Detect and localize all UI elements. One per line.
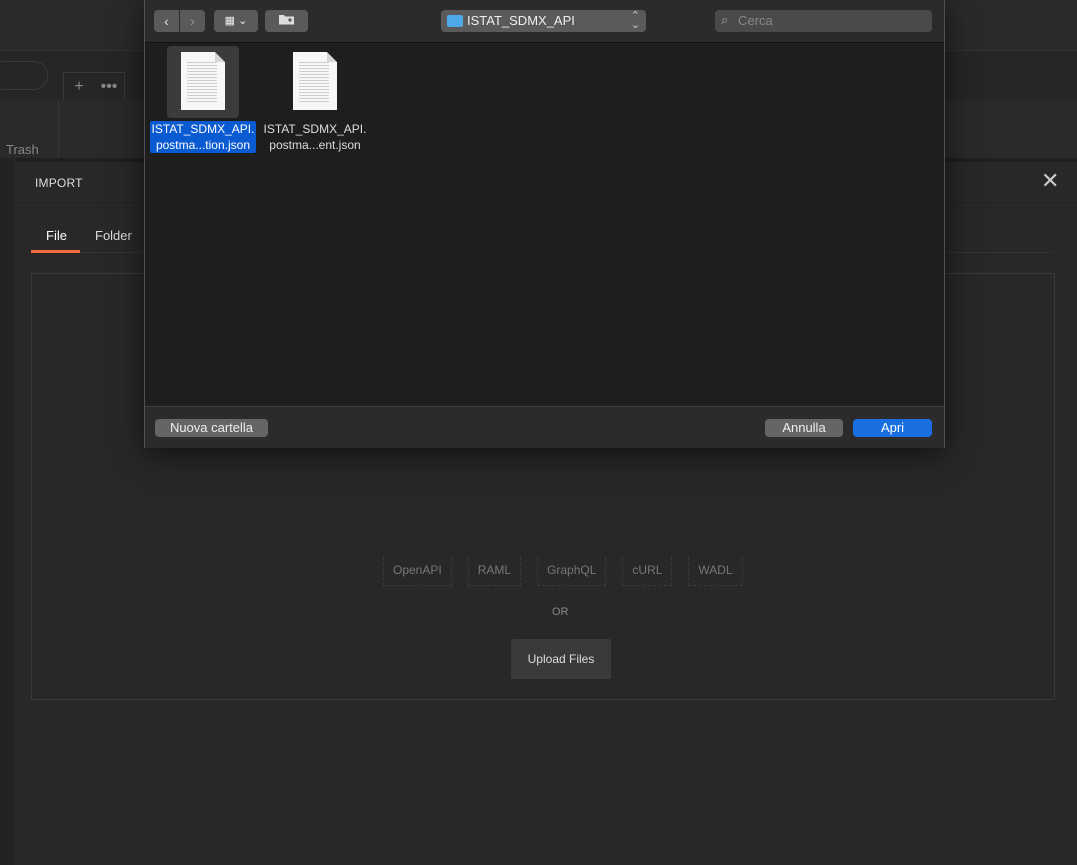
file-item[interactable]: ISTAT_SDMX_API. postma...ent.json — [260, 46, 370, 154]
upload-files-button[interactable]: Upload Files — [511, 639, 611, 679]
grid-view-icon: ▦ ⌄ — [224, 15, 248, 27]
close-icon[interactable]: ✕ — [1041, 170, 1059, 192]
or-divider-text: OR — [552, 606, 569, 618]
sidebar-divider — [58, 100, 59, 158]
new-folder-icon-button[interactable] — [265, 10, 308, 32]
folder-icon — [447, 15, 463, 27]
cancel-button[interactable]: Annulla — [765, 419, 843, 437]
file-name: ISTAT_SDMX_API. postma...ent.json — [263, 122, 367, 152]
search-pill[interactable] — [0, 61, 48, 90]
search-icon: ⌕ — [721, 12, 729, 27]
chevron-updown-icon: ⌃ ⌄ — [630, 10, 640, 31]
new-tab-button[interactable]: + — [64, 73, 94, 100]
tab-options-button[interactable]: ••• — [94, 73, 124, 100]
file-open-dialog: ‹ › ▦ ⌄ ISTAT_SDMX_API ⌃⌄ ⌕ Cerca ISTAT — [144, 0, 945, 448]
search-field[interactable]: ⌕ Cerca — [715, 10, 932, 32]
tab-file[interactable]: File — [46, 228, 67, 243]
file-browser: ISTAT_SDMX_API. postma...tion.json ISTAT_… — [145, 43, 944, 406]
format-openapi: OpenAPI — [383, 557, 452, 586]
new-folder-button[interactable]: Nuova cartella — [155, 419, 268, 437]
sidebar-strip — [0, 158, 15, 865]
format-wadl: WADL — [688, 557, 743, 586]
file-name: ISTAT_SDMX_API. postma...tion.json — [149, 121, 257, 153]
document-icon — [293, 52, 337, 110]
sidebar-item-trash[interactable]: Trash — [6, 142, 39, 157]
file-thumbnail — [279, 46, 351, 118]
back-button[interactable]: ‹ — [154, 10, 179, 32]
view-mode-button[interactable]: ▦ ⌄ — [214, 10, 258, 32]
current-folder-label: ISTAT_SDMX_API — [467, 13, 575, 28]
nav-buttons: ‹ › — [154, 10, 206, 32]
document-icon — [181, 52, 225, 110]
file-thumbnail — [167, 46, 239, 118]
active-tab-indicator — [31, 250, 80, 253]
format-curl: cURL — [622, 557, 673, 586]
open-button[interactable]: Apri — [853, 419, 932, 437]
format-list: OpenAPI RAML GraphQL cURL WADL — [383, 557, 743, 586]
location-dropdown[interactable]: ISTAT_SDMX_API ⌃ ⌄ — [441, 10, 646, 32]
tab-controls: + ••• — [63, 72, 125, 100]
format-raml: RAML — [467, 557, 522, 586]
dialog-toolbar: ‹ › ▦ ⌄ ISTAT_SDMX_API ⌃ ⌄ ⌕ Cerca — [145, 0, 944, 43]
format-graphql: GraphQL — [537, 557, 607, 586]
modal-title: IMPORT — [35, 176, 83, 190]
forward-button[interactable]: › — [180, 10, 205, 32]
dialog-footer: Nuova cartella Annulla Apri — [145, 406, 944, 448]
search-placeholder: Cerca — [738, 13, 773, 28]
file-item[interactable]: ISTAT_SDMX_API. postma...tion.json — [148, 46, 258, 154]
new-folder-icon — [278, 13, 296, 28]
tab-folder[interactable]: Folder — [95, 228, 132, 243]
